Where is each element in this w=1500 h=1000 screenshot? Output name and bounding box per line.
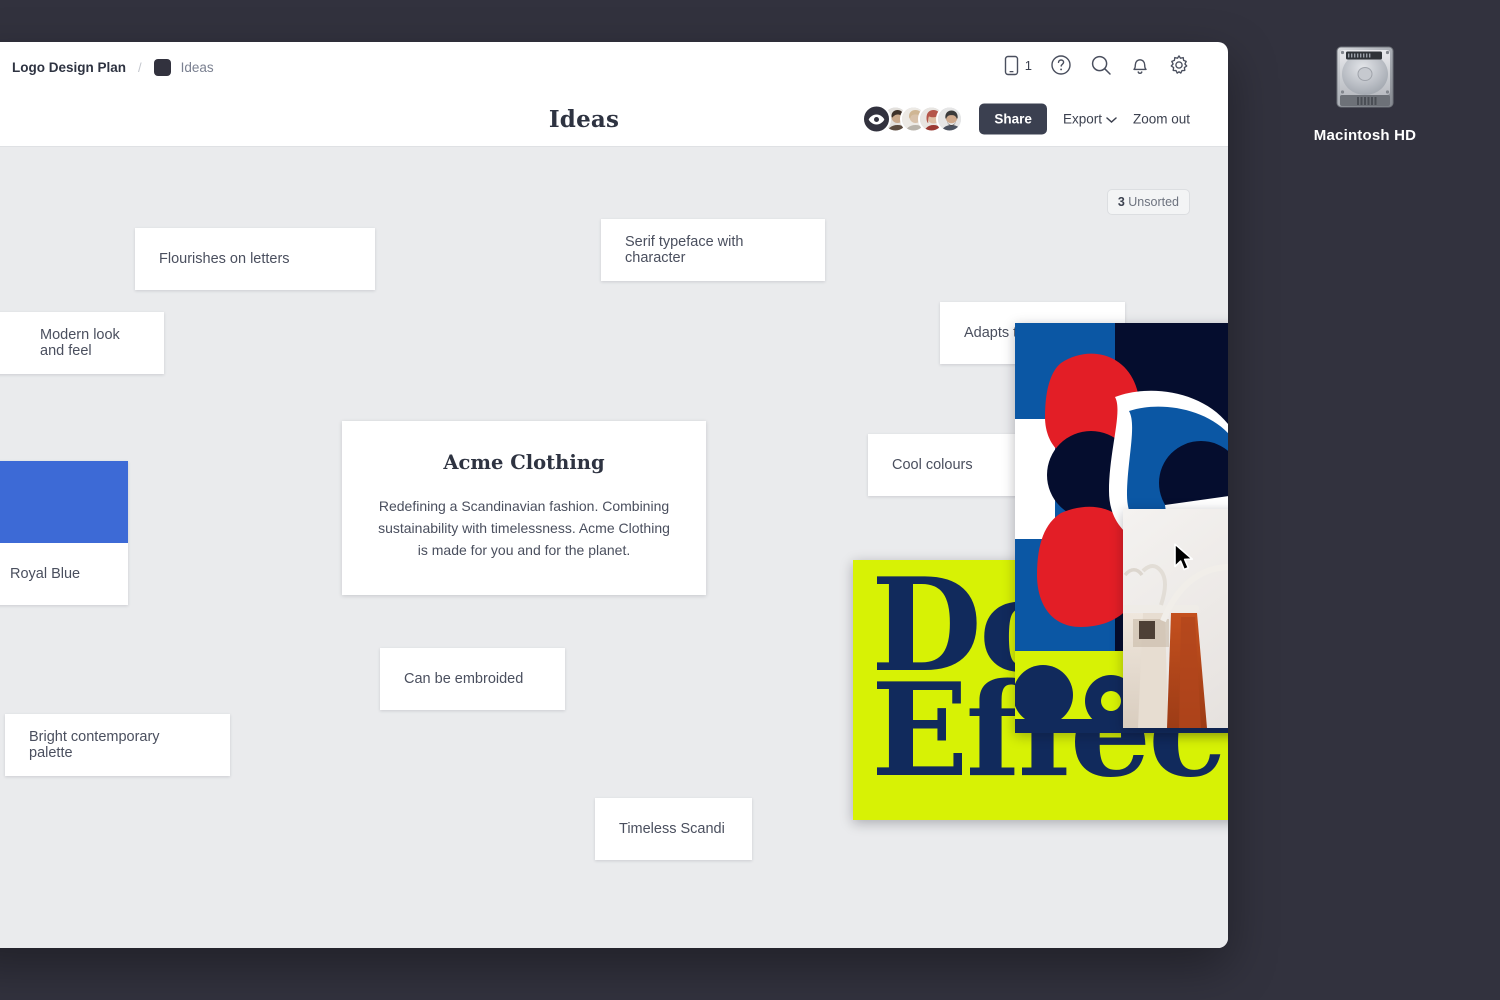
photo-content xyxy=(1123,509,1228,728)
help-circle-icon[interactable] xyxy=(1050,54,1072,76)
search-icon[interactable] xyxy=(1090,54,1112,76)
presence-avatars[interactable] xyxy=(862,104,964,134)
app-window: Logo Design Plan / Ideas 1 Ideas Share E… xyxy=(0,42,1228,948)
avatar[interactable] xyxy=(936,105,964,133)
idea-card[interactable]: Can be embroided xyxy=(380,648,565,710)
desktop-icon-label: Macintosh HD xyxy=(1313,127,1417,144)
zoom-out-button[interactable]: Zoom out xyxy=(1133,112,1190,127)
share-button[interactable]: Share xyxy=(979,103,1047,135)
breadcrumb-separator: / xyxy=(138,59,142,75)
color-swatch-label: Royal Blue xyxy=(10,566,81,582)
idea-card-label: Timeless Scandi xyxy=(619,821,725,837)
hard-drive-icon xyxy=(1329,42,1401,119)
idea-card-label: Flourishes on letters xyxy=(159,251,290,267)
mobile-device-icon[interactable]: 1 xyxy=(1003,55,1032,76)
page-title: Ideas xyxy=(548,105,620,133)
document-card[interactable]: Acme Clothing Redefining a Scandinavian … xyxy=(342,421,706,596)
chevron-down-icon xyxy=(1106,112,1117,127)
board-canvas[interactable]: 3 Unsorted Flourishes on letters Serif t… xyxy=(0,146,1228,948)
color-swatch-fill xyxy=(0,461,128,543)
unsorted-label: Unsorted xyxy=(1128,195,1179,209)
idea-card-label: Cool colours xyxy=(892,457,973,473)
idea-card[interactable]: Bright contemporary palette xyxy=(5,714,230,776)
breadcrumb-board-swatch xyxy=(153,58,171,76)
idea-card-label: Can be embroided xyxy=(404,671,524,687)
idea-card[interactable]: Flourishes on letters xyxy=(135,228,375,290)
idea-card-label: Bright contemporary palette xyxy=(29,729,160,761)
idea-card[interactable]: Serif typeface with character xyxy=(601,219,825,281)
idea-card-label: Modern look and feel xyxy=(40,327,120,359)
board-header: Ideas Share Export Zoom out xyxy=(0,92,1228,146)
device-count: 1 xyxy=(1024,57,1032,73)
document-card-body: Redefining a Scandinavian fashion. Combi… xyxy=(378,498,670,558)
idea-card[interactable]: Timeless Scandi xyxy=(595,798,752,860)
desktop-background: Macintosh HD Logo Design Plan / Ideas 1 xyxy=(0,0,1500,1000)
photo-clothing-rack[interactable] xyxy=(1123,509,1228,728)
export-button[interactable]: Export xyxy=(1063,112,1117,127)
status-badge[interactable]: 3 Unsorted xyxy=(1106,189,1190,215)
eye-icon[interactable] xyxy=(862,104,892,134)
idea-card-label: Serif typeface with character xyxy=(625,234,744,266)
idea-card[interactable]: Modern look and feel xyxy=(0,312,164,374)
window-toolbar-icons: 1 xyxy=(1003,54,1190,76)
board-actions: Share Export Zoom out xyxy=(862,103,1190,135)
unsorted-count: 3 xyxy=(1117,195,1125,209)
export-label: Export xyxy=(1062,111,1102,127)
document-card-title: Acme Clothing xyxy=(443,451,605,474)
breadcrumb-current[interactable]: Ideas xyxy=(181,60,214,75)
bell-icon[interactable] xyxy=(1130,54,1150,76)
color-swatch-card[interactable]: Royal Blue xyxy=(0,461,128,605)
arrow-pointer-icon xyxy=(1173,543,1195,578)
breadcrumb-root[interactable]: Logo Design Plan xyxy=(12,60,126,75)
desktop-icon-macintosh-hd[interactable]: Macintosh HD xyxy=(1300,42,1430,144)
gear-icon[interactable] xyxy=(1168,54,1190,76)
